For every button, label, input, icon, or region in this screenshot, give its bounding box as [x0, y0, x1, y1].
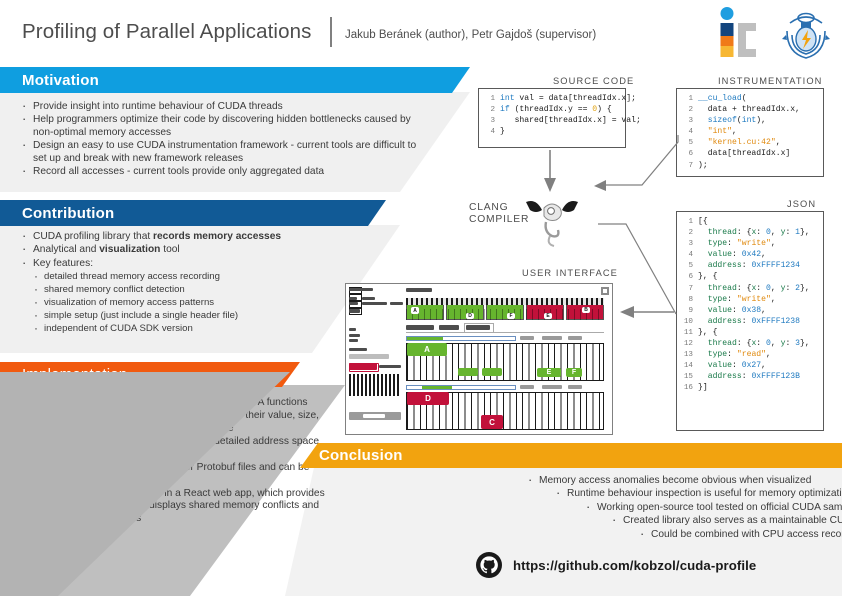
- list-item: Memory access anomalies become obvious w…: [526, 474, 842, 487]
- clang-line-1: CLANG: [469, 202, 509, 213]
- code-line: 13 type: "read",: [683, 350, 771, 360]
- code-line: 9 value: 0x38,: [688, 305, 767, 315]
- code-line: 6}, {: [688, 272, 718, 282]
- code-line: 11}, {: [683, 327, 718, 337]
- list-item: Key features:: [20, 257, 350, 270]
- page-title: Profiling of Parallel Applications: [22, 20, 312, 43]
- code-line: 7);: [688, 160, 708, 170]
- list-item: detailed thread memory access recording: [20, 270, 350, 283]
- poster-root: Profiling of Parallel Applications Jakub…: [0, 0, 842, 596]
- clang-line-2: COMPILER: [469, 214, 530, 225]
- list-item: Help programmers optimize their code by …: [20, 113, 430, 139]
- list-item: independent of CUDA SDK version: [20, 322, 350, 335]
- github-icon: [476, 552, 502, 578]
- emphasis-visualization: visualization: [99, 244, 161, 256]
- authors-line: Jakub Beránek (author), Petr Gajdoš (sup…: [345, 29, 597, 41]
- list-item: Could be combined with CPU access record…: [638, 528, 842, 541]
- list-item: Provide insight into runtime behaviour o…: [20, 100, 430, 113]
- conclusion-bullet-list: Memory access anomalies become obvious w…: [318, 474, 842, 542]
- code-line: 4 "int",: [688, 127, 737, 137]
- code-line: 5 "kernel.cu:42",: [688, 138, 781, 148]
- poster-header: Profiling of Parallel Applications Jakub…: [0, 0, 842, 66]
- code-line: 4 value: 0x42,: [688, 250, 767, 260]
- list-item: Record all accesses - current tools prov…: [20, 165, 430, 178]
- ui-mockup-sidebar[interactable]: [349, 287, 403, 432]
- motivation-title: Motivation: [22, 71, 99, 89]
- it4innovations-logo: [720, 7, 756, 57]
- caption-instrumentation: INSTRUMENTATION: [718, 76, 823, 86]
- arrow-json-to-ui: [620, 306, 674, 318]
- user-interface-mockup[interactable]: A D F E B A E F D C: [345, 283, 613, 435]
- contribution-bullet-list: CUDA profiling library that records memo…: [20, 230, 350, 336]
- code-line: 6 data[threadIdx.x]: [688, 149, 791, 159]
- code-line: 15 address: 0xFFFF123B: [683, 372, 801, 382]
- section-header-conclusion: Conclusion: [300, 443, 842, 468]
- caption-clang-compiler: CLANG COMPILER: [469, 202, 529, 226]
- section-header-contribution: Contribution: [0, 200, 386, 226]
- code-line: 10 address: 0xFFFF1238: [683, 316, 801, 326]
- instrumentation-code-box: 1 __cu_load( 2 data + threadIdx.x, 3 size…: [676, 88, 824, 177]
- code-line: 3 shared[threadIdx.x] = val;: [490, 116, 641, 126]
- conclusion-title: Conclusion: [319, 447, 403, 464]
- list-item: CUDA profiling library that records memo…: [20, 230, 350, 243]
- section-header-motivation: Motivation: [0, 67, 470, 93]
- contribution-title: Contribution: [22, 204, 115, 222]
- github-footer[interactable]: https://github.com/kobzol/cuda-profile: [476, 552, 756, 578]
- list-item: simple setup (just include a single head…: [20, 309, 350, 322]
- code-line: 3 type: "write",: [688, 239, 776, 249]
- list-item: shared memory conflict detection: [20, 283, 350, 296]
- caption-json: JSON: [787, 199, 817, 209]
- list-item: visualization of memory access patterns: [20, 296, 350, 309]
- code-line: 1[{: [688, 217, 708, 226]
- vsb-tuo-crest-logo: [782, 12, 830, 59]
- code-line: 14 value: 0x27,: [683, 361, 767, 371]
- list-item: Design an easy to use CUDA instrumentati…: [20, 139, 430, 165]
- code-line: 7 thread: {x: 0, y: 2},: [688, 283, 810, 293]
- github-url[interactable]: https://github.com/kobzol/cuda-profile: [513, 558, 756, 573]
- arrow-compiler-to-instrumentation: [594, 135, 679, 191]
- title-separator: [330, 17, 332, 47]
- code-line: 5 address: 0xFFFF1234: [688, 261, 801, 271]
- code-line: 16}]: [683, 383, 708, 393]
- code-line: 1 __cu_load(: [688, 94, 747, 103]
- caption-source-code: SOURCE CODE: [553, 76, 635, 86]
- code-line: 2 if (threadIdx.y == 0) {: [490, 105, 612, 115]
- code-line: 1 int val = data[threadIdx.x];: [490, 94, 637, 103]
- code-line: 8 type: "write",: [688, 294, 776, 304]
- motivation-bullet-list: Provide insight into runtime behaviour o…: [20, 100, 430, 179]
- code-line: 2 thread: {x: 0, y: 1},: [688, 228, 810, 238]
- list-item: Created library also serves as a maintai…: [610, 514, 842, 527]
- clang-dragon-logo: [526, 201, 578, 247]
- list-item: Runtime behaviour inspection is useful f…: [554, 487, 842, 500]
- ui-mockup-main[interactable]: A D F E B A E F D C: [406, 287, 611, 432]
- code-line: 2 data + threadIdx.x,: [688, 105, 800, 115]
- emphasis-records-memory-accesses: records memory accesses: [153, 231, 282, 242]
- code-line: 3 sizeof(int),: [688, 116, 767, 126]
- arrow-source-to-compiler: [544, 150, 556, 192]
- code-line: 12 thread: {x: 0, y: 3},: [683, 339, 810, 349]
- list-item: Analytical and visualization tool: [20, 243, 350, 256]
- json-output-box: 1[{ 2 thread: {x: 0, y: 1}, 3 type: "wri…: [676, 211, 824, 431]
- list-item: Working open-source tool tested on offic…: [584, 501, 842, 514]
- caption-user-interface: USER INTERFACE: [522, 268, 618, 278]
